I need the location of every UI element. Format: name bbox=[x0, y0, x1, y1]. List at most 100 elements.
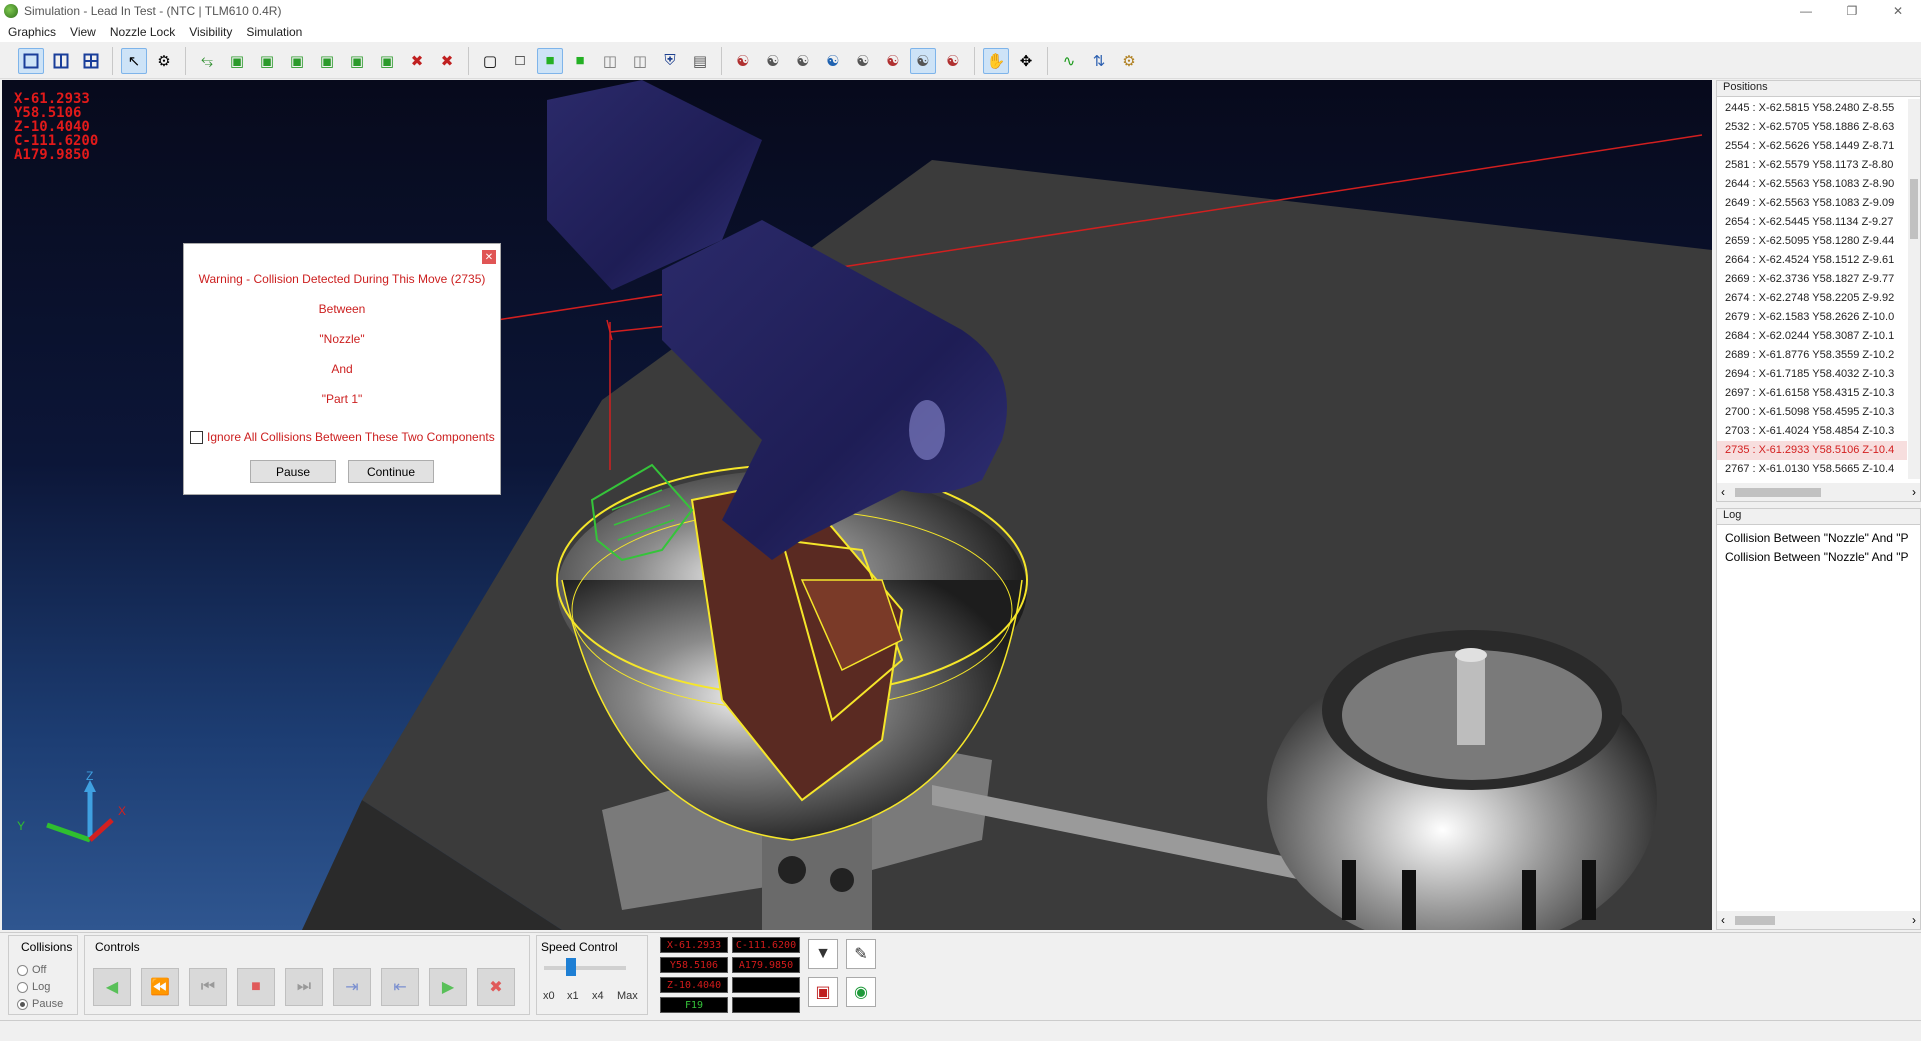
shaded-icon[interactable]: ■ bbox=[537, 47, 563, 74]
position-row[interactable]: 2654 : X-62.5445 Y58.1134 Z-9.27 bbox=[1717, 213, 1907, 232]
position-row[interactable]: 2697 : X-61.6158 Y58.4315 Z-10.3 bbox=[1717, 384, 1907, 403]
collisions-group: Collisions Off Log Pause bbox=[8, 935, 78, 1015]
machine-icon[interactable]: ▤ bbox=[687, 48, 713, 74]
nozzle-move-icon[interactable]: ✥ bbox=[1013, 48, 1039, 74]
log-horizontal-scrollbar[interactable]: ‹ › bbox=[1717, 911, 1920, 929]
continue-button[interactable]: Continue bbox=[348, 460, 434, 483]
ignore-collisions-checkbox[interactable]: Ignore All Collisions Between These Two … bbox=[190, 430, 495, 444]
single-view-icon[interactable] bbox=[18, 47, 44, 74]
robot-axis2-icon[interactable]: ☯ bbox=[790, 48, 816, 74]
position-row[interactable]: 2700 : X-61.5098 Y58.4595 Z-10.3 bbox=[1717, 403, 1907, 422]
menu-simulation[interactable]: Simulation bbox=[246, 25, 302, 39]
play-icon[interactable]: ▶ bbox=[429, 968, 467, 1006]
position-row[interactable]: 2664 : X-62.4524 Y58.1512 Z-9.61 bbox=[1717, 251, 1907, 270]
axes-view-icon[interactable]: ⥃ bbox=[194, 48, 220, 74]
position-row[interactable]: 2649 : X-62.5563 Y58.1083 Z-9.09 bbox=[1717, 194, 1907, 213]
speed-label-x1: x1 bbox=[567, 990, 579, 1002]
3d-viewport[interactable]: Z Y X X-61.2933 Y58.5106 Z-10.4040 C-111… bbox=[2, 80, 1712, 930]
nozzle-lock-icon[interactable]: ✋ bbox=[983, 47, 1009, 74]
view-bottom-icon[interactable]: ▣ bbox=[374, 48, 400, 74]
log-entry[interactable]: Collision Between "Nozzle" And "P bbox=[1717, 529, 1920, 548]
robot-axis4-icon[interactable]: ☯ bbox=[850, 48, 876, 74]
dual-view-icon[interactable] bbox=[48, 48, 74, 74]
dialog-close-icon[interactable]: ✕ bbox=[482, 250, 496, 264]
zoom-extents-icon[interactable]: ✖ bbox=[404, 48, 430, 74]
robot-home-icon[interactable]: ☯ bbox=[730, 48, 756, 74]
position-row[interactable]: 2669 : X-62.3736 Y58.1827 Z-9.77 bbox=[1717, 270, 1907, 289]
view-right-icon[interactable]: ▣ bbox=[314, 48, 340, 74]
jump-to-icon[interactable]: ⇥ bbox=[333, 968, 371, 1006]
position-row[interactable]: 2644 : X-62.5563 Y58.1083 Z-8.90 bbox=[1717, 175, 1907, 194]
step-forward-icon[interactable]: ⏭ bbox=[285, 968, 323, 1006]
position-row[interactable]: 2703 : X-61.4024 Y58.4854 Z-10.3 bbox=[1717, 422, 1907, 441]
collision-marker-icon[interactable]: ▣ bbox=[808, 977, 838, 1007]
zoom-fit-icon[interactable]: ✖ bbox=[434, 48, 460, 74]
shield-icon[interactable]: ⛨ bbox=[657, 48, 683, 74]
stop-icon[interactable]: ■ bbox=[237, 968, 275, 1006]
speed-slider-track[interactable] bbox=[544, 966, 626, 970]
collisions-off-radio[interactable]: Off bbox=[17, 964, 46, 976]
view-top-icon[interactable]: ▣ bbox=[344, 48, 370, 74]
position-row[interactable]: 2684 : X-62.0244 Y58.3087 Z-10.1 bbox=[1717, 327, 1907, 346]
position-row[interactable]: 2554 : X-62.5626 Y58.1449 Z-8.71 bbox=[1717, 137, 1907, 156]
position-row[interactable]: 2532 : X-62.5705 Y58.1886 Z-8.63 bbox=[1717, 118, 1907, 137]
robot-axis1-icon[interactable]: ☯ bbox=[760, 48, 786, 74]
edit-tool-icon[interactable]: ✎ bbox=[846, 939, 876, 969]
restore-icon[interactable]: ❐ bbox=[1829, 0, 1875, 22]
menu-graphics[interactable]: Graphics bbox=[8, 25, 56, 39]
position-row[interactable]: 2735 : X-61.2933 Y58.5106 Z-10.4 bbox=[1717, 441, 1907, 460]
position-row[interactable]: 2674 : X-62.2748 Y58.2205 Z-9.92 bbox=[1717, 289, 1907, 308]
robot-axis6-icon[interactable]: ☯ bbox=[910, 47, 936, 74]
shaded-edges-icon[interactable]: ■ bbox=[567, 48, 593, 74]
robot-tool-icon[interactable]: ☯ bbox=[940, 48, 966, 74]
position-row[interactable]: 2445 : X-62.5815 Y58.2480 Z-8.55 bbox=[1717, 99, 1907, 118]
positions-horizontal-scrollbar[interactable]: ‹ › bbox=[1717, 483, 1920, 501]
robot-axis5-icon[interactable]: ☯ bbox=[880, 48, 906, 74]
nozzle-tool-icon[interactable]: ▼ bbox=[808, 939, 838, 969]
position-row[interactable]: 2767 : X-61.0130 Y58.5665 Z-10.4 bbox=[1717, 460, 1907, 479]
menu-nozzle-lock[interactable]: Nozzle Lock bbox=[110, 25, 175, 39]
minimize-icon[interactable]: — bbox=[1783, 0, 1829, 22]
view-back-icon[interactable]: ▣ bbox=[254, 48, 280, 74]
collisions-pause-radio[interactable]: Pause bbox=[17, 998, 63, 1010]
select-pointer-icon[interactable]: ↖ bbox=[121, 47, 147, 74]
stock-icon[interactable]: ◫ bbox=[597, 48, 623, 74]
menu-view[interactable]: View bbox=[70, 25, 96, 39]
cancel-icon[interactable]: ✖ bbox=[477, 968, 515, 1006]
robot-axis3-icon[interactable]: ☯ bbox=[820, 48, 846, 74]
view-left-icon[interactable]: ▣ bbox=[284, 48, 310, 74]
wireframe-icon[interactable]: ▢ bbox=[477, 48, 503, 74]
play-reverse-icon[interactable]: ◀ bbox=[93, 968, 131, 1006]
path-transform-icon[interactable]: ⇅ bbox=[1086, 48, 1112, 74]
position-row[interactable]: 2679 : X-62.1583 Y58.2626 Z-10.0 bbox=[1717, 308, 1907, 327]
rewind-icon[interactable]: ⏪ bbox=[141, 968, 179, 1006]
scroll-right-icon[interactable]: › bbox=[1912, 913, 1916, 927]
position-row[interactable]: 2689 : X-61.8776 Y58.3559 Z-10.2 bbox=[1717, 346, 1907, 365]
position-row[interactable]: 2659 : X-62.5095 Y58.1280 Z-9.44 bbox=[1717, 232, 1907, 251]
select-parts-icon[interactable]: ⚙ bbox=[151, 48, 177, 74]
log-entry[interactable]: Collision Between "Nozzle" And "P bbox=[1717, 548, 1920, 567]
collisions-log-radio[interactable]: Log bbox=[17, 981, 50, 993]
position-row[interactable]: 2694 : X-61.7185 Y58.4032 Z-10.3 bbox=[1717, 365, 1907, 384]
scroll-left-icon[interactable]: ‹ bbox=[1721, 485, 1725, 499]
menu-visibility[interactable]: Visibility bbox=[189, 25, 232, 39]
hidden-line-icon[interactable]: □ bbox=[507, 48, 533, 74]
toolpath-icon[interactable]: ∿ bbox=[1056, 48, 1082, 74]
fixture-icon[interactable]: ◫ bbox=[627, 48, 653, 74]
speed-slider-thumb[interactable] bbox=[566, 958, 577, 976]
step-back-icon[interactable]: ⏮ bbox=[189, 968, 227, 1006]
save-position-icon[interactable]: ◉ bbox=[846, 977, 876, 1007]
scroll-left-icon[interactable]: ‹ bbox=[1721, 913, 1725, 927]
pause-button[interactable]: Pause bbox=[250, 460, 336, 483]
jump-from-icon[interactable]: ⇤ bbox=[381, 968, 419, 1006]
quad-view-icon[interactable] bbox=[78, 48, 104, 74]
app-icon bbox=[4, 4, 18, 18]
positions-list[interactable]: 2445 : X-62.5815 Y58.2480 Z-8.55 2532 : X… bbox=[1717, 99, 1907, 479]
position-row[interactable]: 2581 : X-62.5579 Y58.1173 Z-8.80 bbox=[1717, 156, 1907, 175]
settings-icon[interactable]: ⚙ bbox=[1116, 48, 1142, 74]
checkbox-box[interactable] bbox=[190, 430, 203, 444]
positions-vertical-scrollbar[interactable] bbox=[1908, 99, 1920, 479]
view-front-icon[interactable]: ▣ bbox=[224, 48, 250, 74]
scroll-right-icon[interactable]: › bbox=[1912, 485, 1916, 499]
close-icon[interactable]: ✕ bbox=[1875, 0, 1921, 22]
